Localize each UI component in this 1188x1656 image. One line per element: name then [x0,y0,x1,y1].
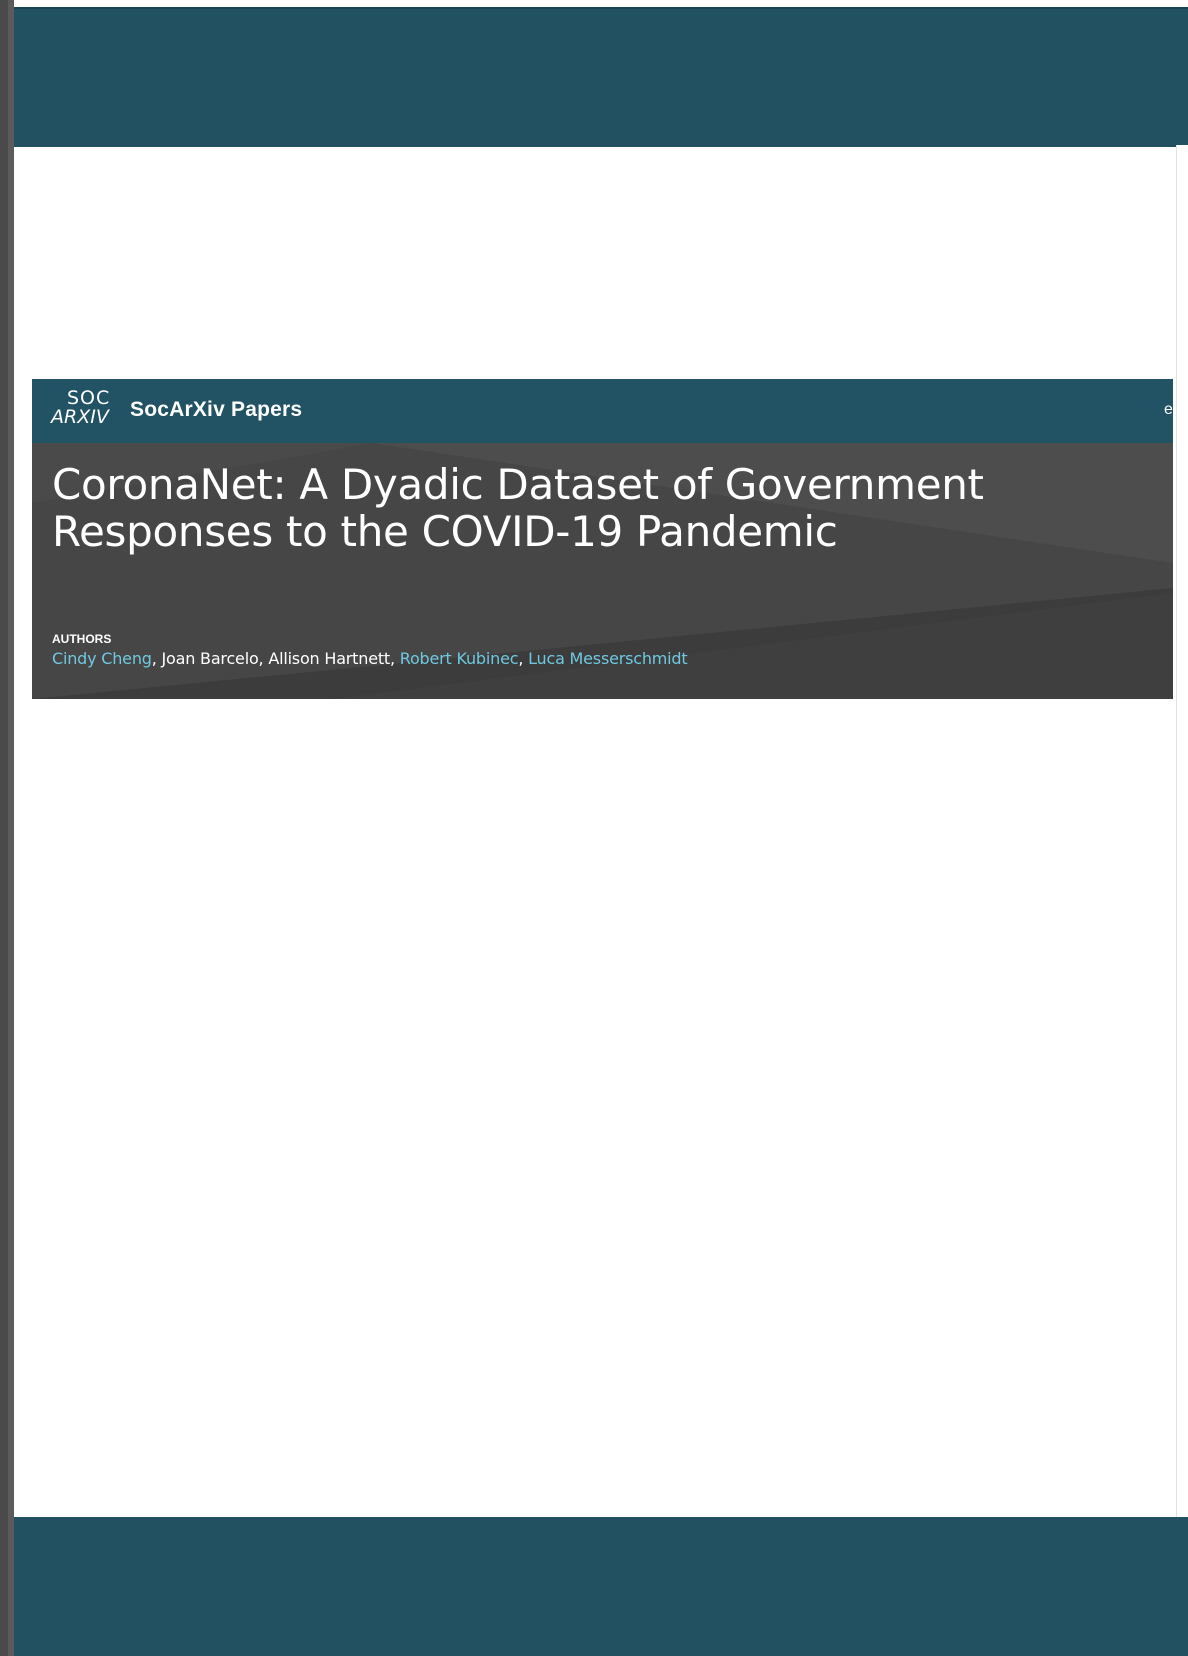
preprint-title: CoronaNet: A Dyadic Dataset of Governmen… [52,460,984,556]
author-separator: , [258,649,269,668]
author-link[interactable]: Robert Kubinec [400,649,519,668]
socarxiv-logo[interactable]: SOC ARXIV [51,388,111,432]
navbar-cut-off-item[interactable]: e [1164,401,1173,419]
author-separator: , [151,649,162,668]
author-separator: , [389,649,400,668]
preprint-banner: SOC ARXIV SocArXiv Papers e CoronaNet: A… [32,379,1173,699]
navbar: SOC ARXIV SocArXiv Papers e [32,379,1173,443]
bottom-color-band [14,1517,1188,1656]
authors-label: AUTHORS [52,632,112,646]
brand-name-link[interactable]: SocArXiv Papers [130,398,302,422]
author-link[interactable]: Cindy Cheng [52,649,152,668]
page-top-edge [0,0,1188,7]
right-frame-border [1176,145,1188,1517]
author-separator: , [518,649,529,668]
logo-arxiv-text: ARXIV [51,406,109,428]
left-frame-inner [8,0,14,1656]
authors-list: Cindy Cheng, Joan Barcelo, Allison Hartn… [52,649,688,668]
logo-soc-text: SOC [67,387,111,409]
author-link[interactable]: Luca Messerschmidt [528,649,688,668]
author-name: Joan Barcelo [161,649,259,668]
top-color-band [14,7,1188,147]
author-name: Allison Hartnett [268,649,390,668]
